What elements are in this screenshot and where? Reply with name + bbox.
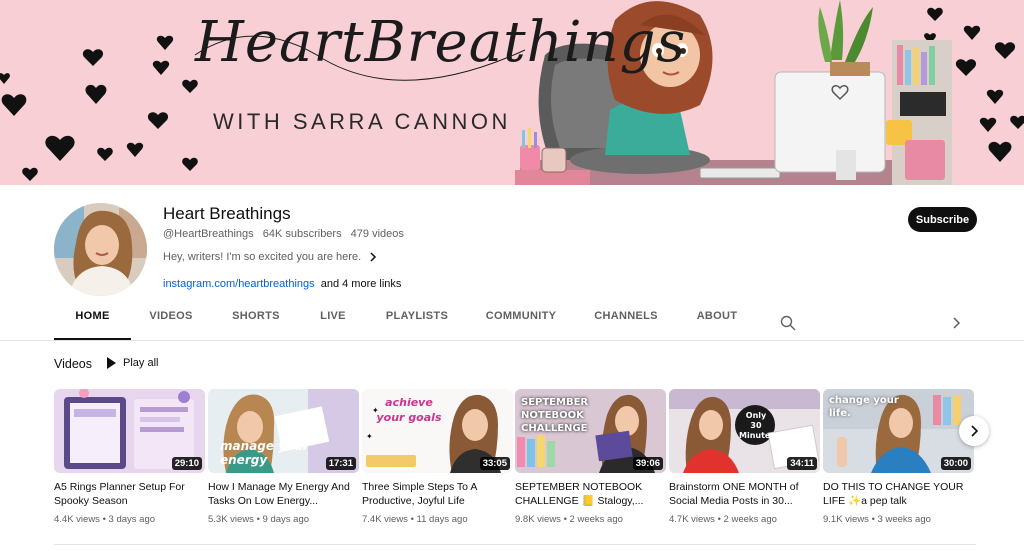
video-count: 479 videos [350,228,404,240]
video-card[interactable]: manage your energy 17:31 How I Manage My… [208,389,359,525]
video-views: 9.8K views [515,514,561,525]
search-icon[interactable] [780,315,796,331]
chevron-right-icon[interactable] [950,316,962,330]
instagram-link[interactable]: instagram.com/heartbreathings [163,278,315,290]
video-meta: 7.4K views • 11 days ago [362,514,468,525]
shelf-title: Videos [54,357,92,371]
video-meta: 9.1K views • 3 weeks ago [823,514,931,525]
tab-channels[interactable]: CHANNELS [588,310,664,340]
video-card[interactable]: Only 30 Minutes! 34:11 Brainstorm ONE MO… [669,389,820,525]
video-duration: 39:06 [632,457,663,470]
video-thumbnail[interactable]: manage your energy 17:31 [208,389,359,473]
video-meta: 9.8K views • 2 weeks ago [515,514,623,525]
channel-avatar[interactable] [54,203,147,296]
channel-meta: @HeartBreathings 64K subscribers 479 vid… [163,228,410,240]
video-card[interactable]: ✦ ✦ achieve your goals 33:05 Three Simpl… [362,389,513,525]
video-card[interactable]: 29:10 A5 Rings Planner Setup For Spooky … [54,389,205,525]
video-age: 2 weeks ago [723,514,777,525]
thumbnail-overlay-text: Only 30 Minutes! [739,411,779,440]
video-age: 3 weeks ago [877,514,931,525]
video-duration: 29:10 [171,457,202,470]
video-age: 9 days ago [262,514,310,525]
tab-shorts[interactable]: SHORTS [225,310,287,340]
video-title[interactable]: How I Manage My Energy And Tasks On Low … [208,480,359,508]
tab-live[interactable]: LIVE [312,310,354,340]
play-all-button[interactable]: Play all [107,357,158,369]
video-thumbnail[interactable]: ✦ ✦ achieve your goals 33:05 [362,389,513,473]
channel-description-text: Hey, writers! I'm so excited you are her… [163,251,362,263]
subscriber-count: 64K subscribers [262,228,342,240]
chevron-right-icon [370,252,377,262]
video-duration: 17:31 [325,457,356,470]
video-meta: 5.3K views • 9 days ago [208,514,310,525]
play-all-label: Play all [123,357,159,369]
tab-about[interactable]: ABOUT [690,310,744,340]
video-thumbnail[interactable]: change your life. 30:00 [823,389,974,473]
video-views: 5.3K views [208,514,254,525]
video-title[interactable]: Brainstorm ONE MONTH of Social Media Pos… [669,480,820,508]
video-thumbnail[interactable]: 29:10 [54,389,205,473]
channel-name: Heart Breathings [163,204,291,223]
video-title[interactable]: A5 Rings Planner Setup For Spooky Season [54,480,205,508]
tab-home[interactable]: HOME [54,310,131,340]
video-meta: 4.4K views • 3 days ago [54,514,156,525]
channel-handle: @HeartBreathings [163,228,254,240]
subscribe-button[interactable]: Subscribe [908,207,977,232]
video-card[interactable]: SEPTEMBER NOTEBOOK CHALLENGE 39:06 SEPTE… [515,389,666,525]
video-duration: 33:05 [479,457,510,470]
thumbnail-overlay-text: achieve your goals [376,396,442,424]
play-icon [107,357,116,369]
thumbnail-overlay-text: SEPTEMBER NOTEBOOK CHALLENGE [521,397,589,434]
more-links[interactable]: and 4 more links [321,278,402,290]
tab-community[interactable]: COMMUNITY [480,310,562,340]
video-views: 9.1K views [823,514,869,525]
video-thumbnail[interactable]: Only 30 Minutes! 34:11 [669,389,820,473]
channel-banner: HeartBreathings WITH SARRA CANNON [0,0,1024,185]
banner-title: HeartBreathings [195,10,687,75]
tab-videos[interactable]: VIDEOS [141,310,201,340]
video-age: 11 days ago [416,514,468,525]
avatar-image [54,203,147,296]
video-age: 2 weeks ago [569,514,623,525]
video-views: 7.4K views [362,514,408,525]
section-divider [54,544,976,545]
video-card[interactable]: change your life. 30:00 DO THIS TO CHANG… [823,389,974,525]
video-title[interactable]: Three Simple Steps To A Productive, Joyf… [362,480,513,508]
video-views: 4.4K views [54,514,100,525]
channel-description[interactable]: Hey, writers! I'm so excited you are her… [163,251,377,263]
svg-text:✦: ✦ [366,432,373,441]
tab-playlists[interactable]: PLAYLISTS [380,310,454,340]
video-meta: 4.7K views • 2 weeks ago [669,514,777,525]
thumbnail-overlay-text: change your life. [829,395,899,419]
video-title[interactable]: DO THIS TO CHANGE YOUR LIFE ✨a pep talk [823,480,974,508]
channel-links: instagram.com/heartbreathings and 4 more… [163,278,401,290]
video-duration: 30:00 [940,457,971,470]
video-title[interactable]: SEPTEMBER NOTEBOOK CHALLENGE 📒 Stalogy,.… [515,480,666,508]
tabs-divider [0,340,1024,341]
video-thumbnail[interactable]: SEPTEMBER NOTEBOOK CHALLENGE 39:06 [515,389,666,473]
banner-subtitle: WITH SARRA CANNON [213,109,511,134]
chevron-right-icon [971,425,979,437]
video-age: 3 days ago [108,514,156,525]
shelf-next-button[interactable] [959,416,989,446]
video-duration: 34:11 [787,457,817,470]
channel-tabs: HOME VIDEOS SHORTS LIVE PLAYLISTS COMMUN… [0,310,1024,340]
video-views: 4.7K views [669,514,715,525]
